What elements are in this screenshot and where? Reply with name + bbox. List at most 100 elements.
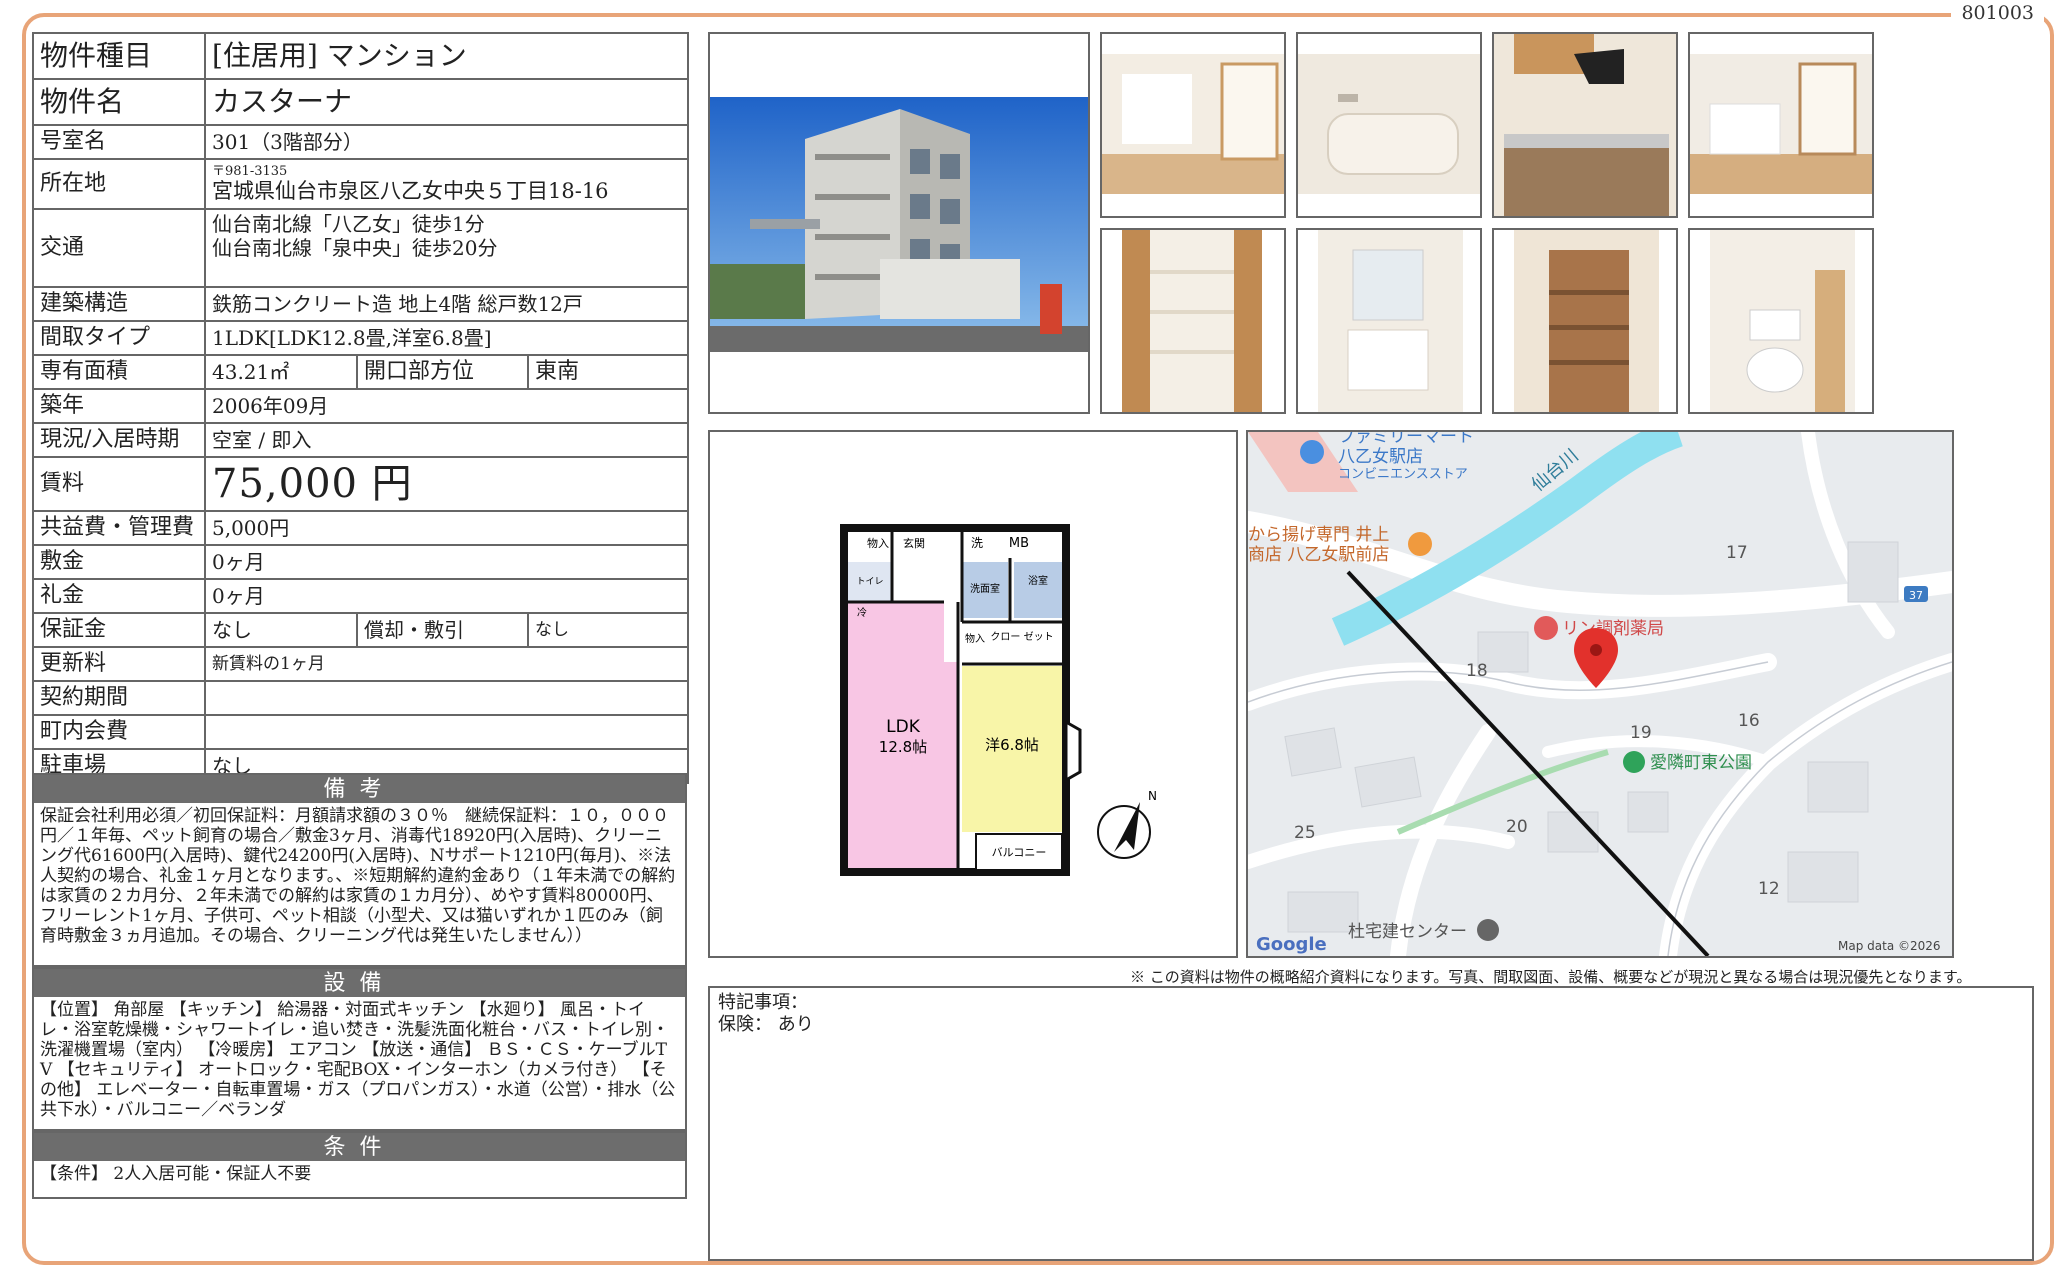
period-label: 契約期間 [32, 680, 206, 716]
washroom-photo [1296, 228, 1482, 414]
map-block-16: 16 [1738, 711, 1760, 731]
name-value: カスターナ [203, 78, 690, 126]
layout-label: 間取タイプ [32, 320, 206, 356]
equipment-body: 【位置】 角部屋 【キッチン】 給湯器・対面式キッチン 【水廻り】 風呂・トイレ… [40, 1000, 676, 1120]
map-familymart-store[interactable]: 八乙女駅店 [1338, 447, 1423, 467]
map-data-credit: Map data ©2026 [1838, 939, 1941, 953]
map-google-logo: Google [1256, 934, 1327, 955]
structure-value: 鉄筋コンクリート造 地上4階 総戸数12戸 [203, 286, 690, 322]
equipment-heading: 設備 [34, 967, 685, 997]
fp-bath-label: 浴室 [1028, 574, 1048, 587]
amortization-label: 償却・敷引 [356, 612, 529, 648]
area-label: 専有面積 [32, 354, 206, 390]
fee-value: 5,000円 [203, 510, 690, 546]
key-money-label: 礼金 [32, 578, 206, 614]
living-room-photo [1100, 32, 1286, 218]
renewal-value: 新賃料の1ヶ月 [203, 646, 690, 682]
transport-line-1: 仙台南北線「八乙女」徒歩1分 [212, 212, 485, 236]
fp-storage-label: 物入 [867, 536, 889, 550]
fp-wash-label: 洗 [971, 536, 983, 550]
notes-insurance: 保険： あり [718, 1014, 814, 1035]
room-label: 号室名 [32, 124, 206, 160]
fp-balcony-label: バルコニー [992, 846, 1047, 859]
compass-icon: N [1097, 789, 1157, 859]
association-fee-value [203, 714, 690, 750]
map-block-20: 20 [1506, 817, 1528, 837]
fp-mb-label: MB [1009, 536, 1029, 551]
postal-code: 〒981-3135 [212, 163, 288, 179]
fp-ldk-label: LDK [886, 717, 921, 737]
map-familymart-label[interactable]: ファミリーマート [1338, 432, 1474, 447]
built-value: 2006年09月 [203, 388, 690, 424]
type-label: 物件種目 [32, 32, 206, 80]
remarks-body: 保証会社利用必須／初回保証料：月額請求額の３０％ 継続保証料：１０，０００円／１… [40, 806, 676, 946]
map-karaage-store[interactable]: 商店 八乙女駅前店 [1248, 545, 1389, 565]
conditions-body: 【条件】 2人入居可能・保証人不要 [40, 1164, 312, 1184]
fp-closet-label: クロー ゼット [990, 631, 1053, 643]
guarantee-value: なし [204, 612, 358, 648]
equipment-section: 設備 【位置】 角部屋 【キッチン】 給湯器・対面式キッチン 【水廻り】 風呂・… [32, 967, 687, 1131]
map-park-label[interactable]: 愛隣町東公園 [1650, 753, 1752, 773]
document-number: 801003 [1951, 2, 2044, 24]
status-label: 現況/入居時期 [32, 422, 206, 458]
map-route-number: 37 [1909, 589, 1923, 602]
map-block-12: 12 [1758, 879, 1780, 899]
rent-value: 75,000 円 [203, 456, 690, 512]
deposit-label: 敷金 [32, 544, 206, 580]
notes-heading: 特記事項： [718, 992, 808, 1013]
remarks-heading: 備考 [34, 773, 685, 803]
area-value: 43.21㎡ [204, 354, 358, 390]
period-value [203, 680, 690, 716]
status-value: 空室 / 即入 [203, 422, 690, 458]
toilet-photo [1688, 228, 1874, 414]
fp-refrigerator-label: 冷 [857, 606, 867, 619]
shoe-cabinet-photo [1492, 228, 1678, 414]
opening-label: 開口部方位 [356, 354, 529, 390]
amortization-value: なし [526, 612, 690, 648]
address-value: 宮城県仙台市泉区八乙女中央５丁目18-16 [212, 179, 609, 204]
floor-plan: 物入 玄関 洗 MB トイレ 洗面室 浴室 冷 物入 クロー ゼット LDK 1… [708, 430, 1238, 958]
map-block-25: 25 [1294, 823, 1316, 843]
transport-line-2: 仙台南北線「泉中央」徒歩20分 [212, 236, 498, 260]
layout-value: 1LDK[LDK12.8畳,洋室6.8畳] [203, 320, 690, 356]
svg-text:N: N [1148, 789, 1157, 803]
fp-storage2-label: 物入 [965, 632, 985, 645]
fp-washroom-label: 洗面室 [970, 582, 1000, 595]
fp-toilet-label: トイレ [856, 577, 883, 587]
transport-cell: 仙台南北線「八乙女」徒歩1分 仙台南北線「泉中央」徒歩20分 [203, 208, 690, 288]
map-karaage-label[interactable]: から揚げ専門 井上 [1248, 525, 1389, 545]
disclaimer-text: ※ この資料は物件の概略紹介資料になります。写真、間取図面、設備、概要などが現況… [1130, 968, 1972, 986]
remarks-section: 備考 保証会社利用必須／初回保証料：月額請求額の３０％ 継続保証料：１０，０００… [32, 773, 687, 967]
structure-label: 建築構造 [32, 286, 206, 322]
fp-western-room-label: 洋6.8帖 [985, 736, 1039, 754]
fee-label: 共益費・管理費 [32, 510, 206, 546]
exterior-photo [708, 32, 1090, 414]
map-block-18: 18 [1466, 661, 1488, 681]
map-convenience-label: コンビニエンスストア [1338, 467, 1468, 482]
type-value: [住居用] マンション [203, 32, 690, 80]
key-money-value: 0ヶ月 [203, 578, 690, 614]
address-label: 所在地 [32, 158, 206, 210]
special-notes-box: 特記事項： 保険： あり [708, 986, 2034, 1261]
property-spec-table: 物件種目 [住居用] マンション 物件名 カスターナ 号室名 301（3階部分）… [32, 32, 690, 784]
rent-label: 賃料 [32, 456, 206, 512]
fp-ldk-size: 12.8帖 [879, 738, 927, 756]
conditions-heading: 条件 [34, 1131, 685, 1161]
fp-entrance-label: 玄関 [903, 536, 925, 550]
location-map[interactable]: ファミリーマート 八乙女駅店 コンビニエンスストア から揚げ専門 井上 商店 八… [1246, 430, 1954, 958]
association-fee-label: 町内会費 [32, 714, 206, 750]
address-cell: 〒981-3135 宮城県仙台市泉区八乙女中央５丁目18-16 [203, 158, 690, 210]
room-photo [1688, 32, 1874, 218]
room-value: 301（3階部分） [203, 124, 690, 160]
guarantee-label: 保証金 [32, 612, 206, 648]
renewal-label: 更新料 [32, 646, 206, 682]
bathroom-photo [1296, 32, 1482, 218]
built-label: 築年 [32, 388, 206, 424]
map-block-19: 19 [1630, 723, 1652, 743]
map-block-17: 17 [1726, 543, 1748, 563]
opening-value: 東南 [526, 354, 690, 390]
transport-label: 交通 [32, 208, 206, 288]
kitchen-photo [1492, 32, 1678, 218]
map-takken-label[interactable]: 杜宅建センター [1348, 922, 1467, 942]
deposit-value: 0ヶ月 [203, 544, 690, 580]
